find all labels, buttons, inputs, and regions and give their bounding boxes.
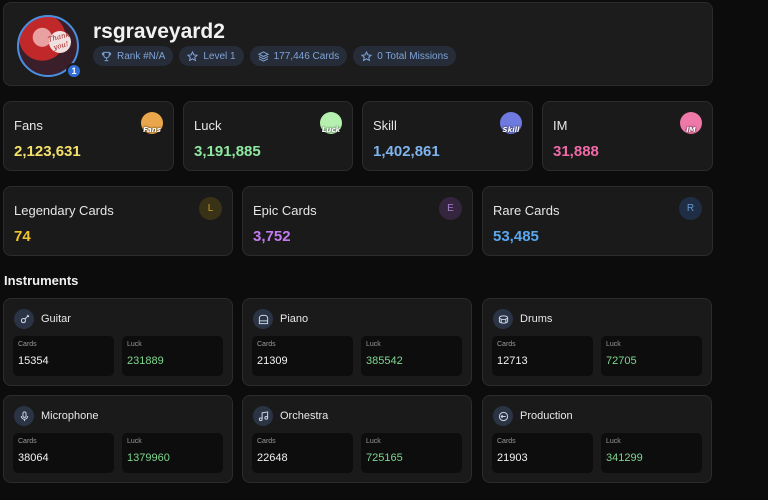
drum-icon <box>493 309 513 329</box>
piano-icon <box>253 309 273 329</box>
rank-label: Rank #N/A <box>117 50 166 62</box>
instruments-heading: Instruments <box>4 273 79 288</box>
disc-icon <box>493 406 513 426</box>
instrument-name: Orchestra <box>280 410 329 422</box>
stat-value: 31,888 <box>553 143 599 160</box>
instrument-card-piano: Piano Cards 21309 Luck 385542 <box>242 298 472 386</box>
instrument-name: Production <box>520 410 573 422</box>
rarity-title: Rare Cards <box>493 203 560 218</box>
cards-box: Cards 12713 <box>492 336 593 376</box>
luck-value: 341299 <box>606 452 643 464</box>
star-icon <box>187 50 199 61</box>
instrument-name: Piano <box>280 313 309 325</box>
stat-title: Fans <box>14 118 43 133</box>
epic-icon: E <box>439 197 462 220</box>
luck-value: 1379960 <box>127 452 170 464</box>
profile-header: Thank you! 1 rsgraveyard2 Rank #N/A Leve… <box>3 2 713 86</box>
instrument-name: Drums <box>520 313 553 325</box>
cards-box: Cards 38064 <box>13 433 114 473</box>
instrument-card-orchestra: Orchestra Cards 22648 Luck 725165 <box>242 395 472 483</box>
luck-box: Luck 725165 <box>361 433 462 473</box>
cards-box: Cards 21309 <box>252 336 353 376</box>
cards-value: 22648 <box>257 452 288 464</box>
cards-value: 38064 <box>18 452 49 464</box>
rank-chip: Rank #N/A <box>93 46 174 66</box>
legendary-icon: L <box>199 197 222 220</box>
avatar-sign: Thank you! <box>46 28 74 56</box>
cards-label: 177,446 Cards <box>273 50 340 62</box>
level-badge: 1 <box>66 63 82 79</box>
cards-value: 21309 <box>257 355 288 367</box>
instrument-card-guitar: Guitar Cards 15354 Luck 231889 <box>3 298 233 386</box>
rare-icon: R <box>679 197 702 220</box>
stat-value: 3,191,885 <box>194 143 261 160</box>
missions-chip: 0 Total Missions <box>353 46 457 66</box>
stat-card-luck: Luck 3,191,885 Luck <box>183 101 353 171</box>
cards-chip: 177,446 Cards <box>249 46 348 66</box>
avatar[interactable]: Thank you! 1 <box>17 15 82 79</box>
fans-icon: Fans <box>141 112 163 134</box>
rarity-value: 53,485 <box>493 228 539 245</box>
stat-value: 1,402,861 <box>373 143 440 160</box>
luck-value: 725165 <box>366 452 403 464</box>
luck-box: Luck 385542 <box>361 336 462 376</box>
instrument-name: Microphone <box>41 410 99 422</box>
rarity-value: 74 <box>14 228 31 245</box>
cards-box: Cards 21903 <box>492 433 593 473</box>
luck-box: Luck 72705 <box>601 336 702 376</box>
stat-card-fans: Fans 2,123,631 Fans <box>3 101 174 171</box>
instrument-card-microphone: Microphone Cards 38064 Luck 1379960 <box>3 395 233 483</box>
microphone-icon <box>14 406 34 426</box>
rarity-title: Epic Cards <box>253 203 317 218</box>
music-note-icon <box>253 406 273 426</box>
rarity-title: Legendary Cards <box>14 203 114 218</box>
trophy-icon <box>101 51 112 61</box>
instrument-card-production: Production Cards 21903 Luck 341299 <box>482 395 712 483</box>
level-label: Level 1 <box>203 50 236 62</box>
username: rsgraveyard2 <box>93 20 225 43</box>
luck-box: Luck 1379960 <box>122 433 223 473</box>
cards-value: 12713 <box>497 355 528 367</box>
clover-icon: Luck <box>320 112 342 134</box>
stat-title: Luck <box>194 118 222 133</box>
stat-card-skill: Skill 1,402,861 Skill <box>362 101 533 171</box>
cards-value: 21903 <box>497 452 528 464</box>
skill-icon: Skill <box>500 112 522 134</box>
star-icon <box>361 50 373 61</box>
cards-value: 15354 <box>18 355 49 367</box>
stat-card-im: IM 31,888 IM <box>542 101 713 171</box>
rarity-card-epic: Epic Cards 3,752 E <box>242 186 473 256</box>
rarity-card-rare: Rare Cards 53,485 R <box>482 186 713 256</box>
rarity-card-legendary: Legendary Cards 74 L <box>3 186 233 256</box>
profile-chips: Rank #N/A Level 1 177,446 Cards 0 Total … <box>93 46 457 66</box>
guitar-icon <box>14 309 34 329</box>
missions-label: 0 Total Missions <box>377 50 449 62</box>
im-icon: IM <box>680 112 702 134</box>
luck-value: 72705 <box>606 355 637 367</box>
layers-icon <box>257 50 269 62</box>
instrument-card-drums: Drums Cards 12713 Luck 72705 <box>482 298 712 386</box>
luck-box: Luck 231889 <box>122 336 223 376</box>
cards-box: Cards 22648 <box>252 433 353 473</box>
stat-title: Skill <box>373 118 397 133</box>
stat-value: 2,123,631 <box>14 143 81 160</box>
rarity-value: 3,752 <box>253 228 291 245</box>
level-chip: Level 1 <box>179 46 244 66</box>
stat-title: IM <box>553 118 568 133</box>
luck-value: 385542 <box>366 355 403 367</box>
luck-value: 231889 <box>127 355 164 367</box>
cards-box: Cards 15354 <box>13 336 114 376</box>
instrument-name: Guitar <box>41 313 71 325</box>
luck-box: Luck 341299 <box>601 433 702 473</box>
